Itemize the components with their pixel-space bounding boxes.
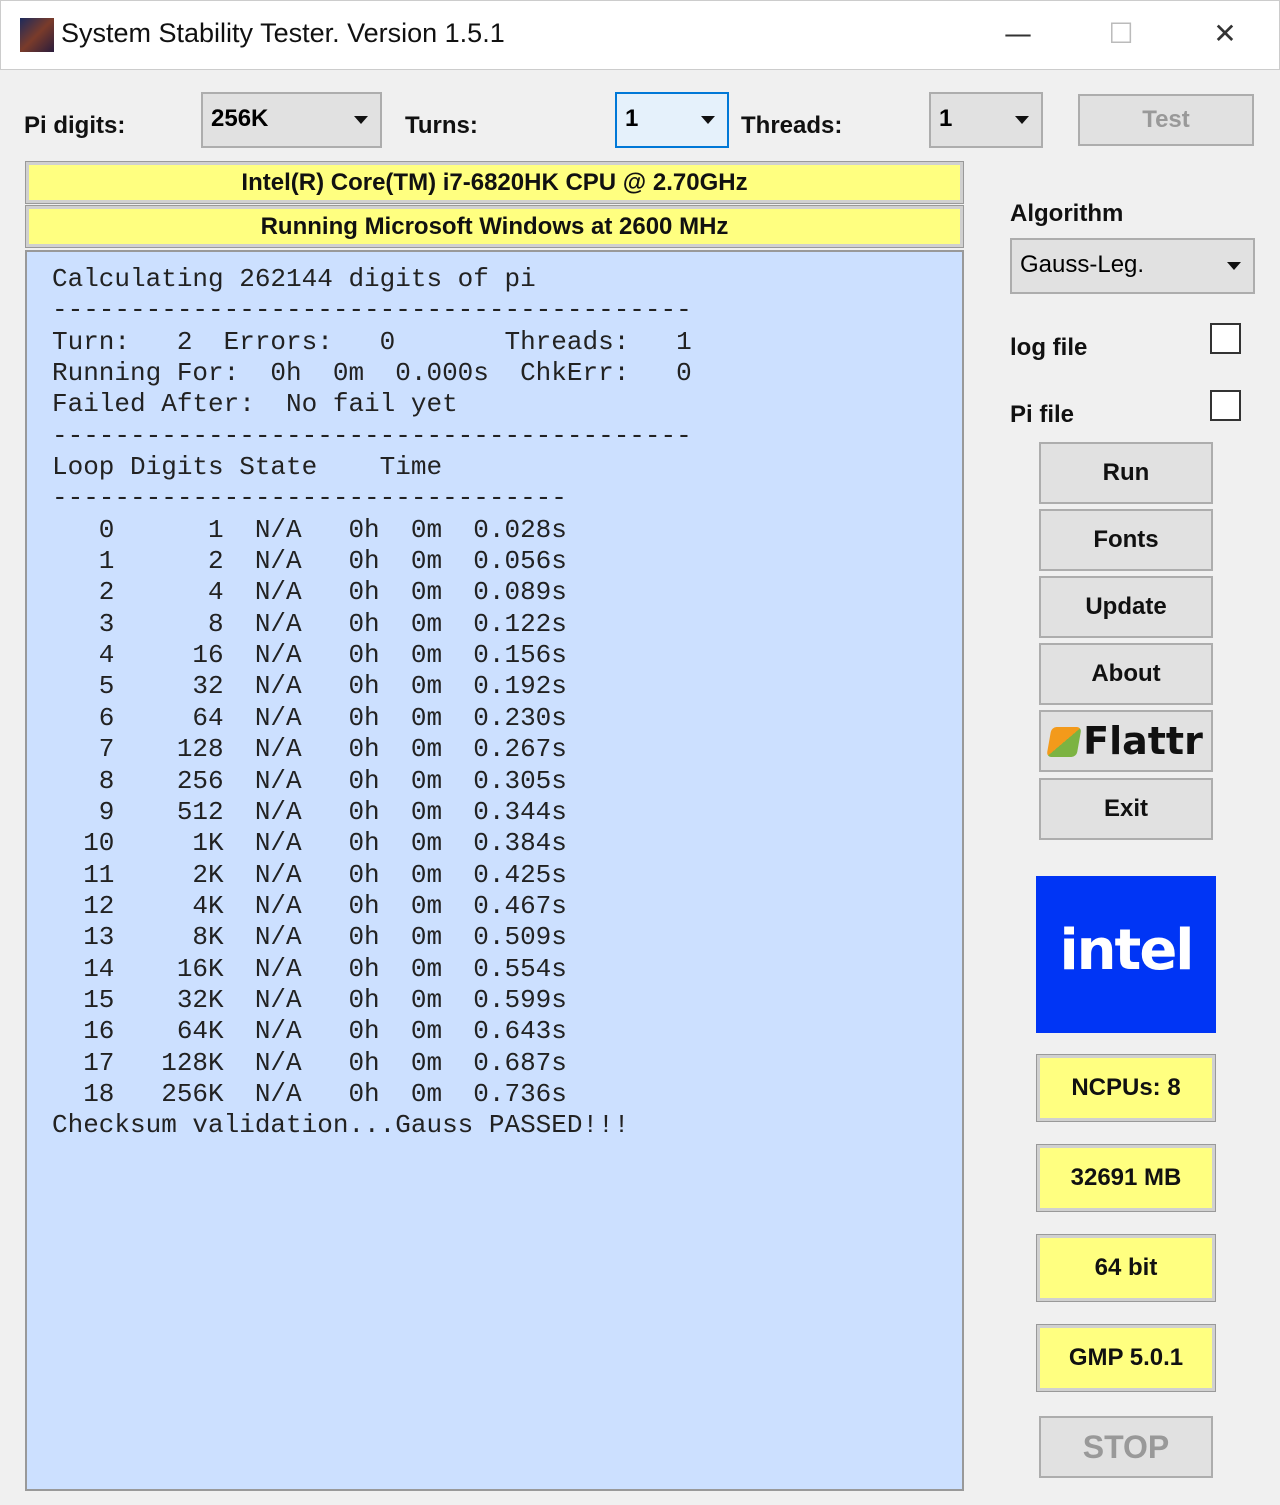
maximize-button[interactable]: ☐ (1091, 14, 1151, 54)
result-row: 8 256 N/A 0h 0m 0.305s (52, 765, 567, 796)
result-row: 11 2K N/A 0h 0m 0.425s (52, 859, 567, 890)
console-line: ----------------------------------------… (52, 420, 692, 451)
pi-file-checkbox[interactable] (1210, 390, 1241, 421)
close-button[interactable]: ✕ (1195, 14, 1255, 54)
result-row: 17 128K N/A 0h 0m 0.687s (52, 1047, 567, 1078)
result-row: 6 64 N/A 0h 0m 0.230s (52, 702, 567, 733)
bitness-badge: 64 bit (1036, 1234, 1216, 1302)
window-title: System Stability Tester. Version 1.5.1 (61, 18, 505, 48)
flattr-button[interactable]: Flattr (1039, 710, 1213, 772)
pi-file-label: Pi file (1010, 401, 1075, 428)
turns-label: Turns: (405, 112, 478, 139)
intel-logo: intel (1036, 876, 1216, 1033)
console-line: --------------------------------- (52, 483, 567, 514)
log-file-checkbox[interactable] (1210, 323, 1241, 354)
result-row: 4 16 N/A 0h 0m 0.156s (52, 640, 567, 671)
threads-select[interactable]: 1 (929, 92, 1043, 148)
turns-value: 1 (625, 105, 639, 132)
fonts-button[interactable]: Fonts (1039, 509, 1213, 571)
algorithm-select[interactable]: Gauss-Leg. (1010, 238, 1255, 294)
result-row: 16 64K N/A 0h 0m 0.643s (52, 1016, 567, 1047)
console-line: Failed After: No fail yet (52, 389, 458, 420)
result-row: 10 1K N/A 0h 0m 0.384s (52, 828, 567, 859)
run-button[interactable]: Run (1039, 442, 1213, 504)
console-line: ----------------------------------------… (52, 295, 692, 326)
ncpus-badge: NCPUs: 8 (1036, 1054, 1216, 1122)
result-row: 9 512 N/A 0h 0m 0.344s (52, 796, 567, 827)
result-row: 5 32 N/A 0h 0m 0.192s (52, 671, 567, 702)
cpu-banner: Intel(R) Core(TM) i7-6820HK CPU @ 2.70GH… (25, 161, 964, 204)
minimize-button[interactable]: — (988, 14, 1048, 54)
algorithm-value: Gauss-Leg. (1020, 251, 1145, 278)
console-line: Turn: 2 Errors: 0 Threads: 1 (52, 326, 692, 357)
result-row: 2 4 N/A 0h 0m 0.089s (52, 577, 567, 608)
result-row: 14 16K N/A 0h 0m 0.554s (52, 953, 567, 984)
log-file-label: log file (1010, 334, 1088, 361)
exit-button[interactable]: Exit (1039, 778, 1213, 840)
result-row: 0 1 N/A 0h 0m 0.028s (52, 514, 567, 545)
chevron-down-icon (354, 116, 368, 124)
pi-digits-select[interactable]: 256K (201, 92, 382, 148)
output-console[interactable]: Calculating 262144 digits of pi ---------… (25, 250, 964, 1491)
chevron-down-icon (701, 116, 715, 124)
checksum-line: Checksum validation...Gauss PASSED!!! (52, 1110, 630, 1141)
chevron-down-icon (1015, 116, 1029, 124)
os-banner: Running Microsoft Windows at 2600 MHz (25, 205, 964, 248)
flattr-icon (1046, 727, 1082, 757)
console-text: Calculating 262144 digits of pi ---------… (52, 264, 692, 1142)
result-row: 13 8K N/A 0h 0m 0.509s (52, 922, 567, 953)
result-row: 7 128 N/A 0h 0m 0.267s (52, 734, 567, 765)
console-line: Loop Digits State Time (52, 452, 443, 483)
app-icon (20, 18, 54, 52)
flattr-label: Flattr (1083, 719, 1203, 763)
about-button[interactable]: About (1039, 643, 1213, 705)
threads-value: 1 (939, 105, 953, 132)
pi-digits-label: Pi digits: (24, 112, 126, 139)
stop-button[interactable]: STOP (1039, 1416, 1213, 1478)
update-button[interactable]: Update (1039, 576, 1213, 638)
console-line: Calculating 262144 digits of pi (52, 264, 536, 294)
pi-digits-value: 256K (211, 105, 269, 132)
result-row: 15 32K N/A 0h 0m 0.599s (52, 984, 567, 1015)
algorithm-label: Algorithm (1010, 200, 1124, 227)
console-line: Running For: 0h 0m 0.000s ChkErr: 0 (52, 358, 692, 389)
turns-select[interactable]: 1 (615, 92, 729, 148)
test-button[interactable]: Test (1078, 94, 1254, 146)
chevron-down-icon (1227, 262, 1241, 270)
memory-badge: 32691 MB (1036, 1144, 1216, 1212)
result-row: 3 8 N/A 0h 0m 0.122s (52, 608, 567, 639)
result-row: 1 2 N/A 0h 0m 0.056s (52, 546, 567, 577)
result-row: 18 256K N/A 0h 0m 0.736s (52, 1078, 567, 1109)
result-row: 12 4K N/A 0h 0m 0.467s (52, 890, 567, 921)
threads-label: Threads: (741, 112, 843, 139)
gmp-version-badge: GMP 5.0.1 (1036, 1324, 1216, 1392)
